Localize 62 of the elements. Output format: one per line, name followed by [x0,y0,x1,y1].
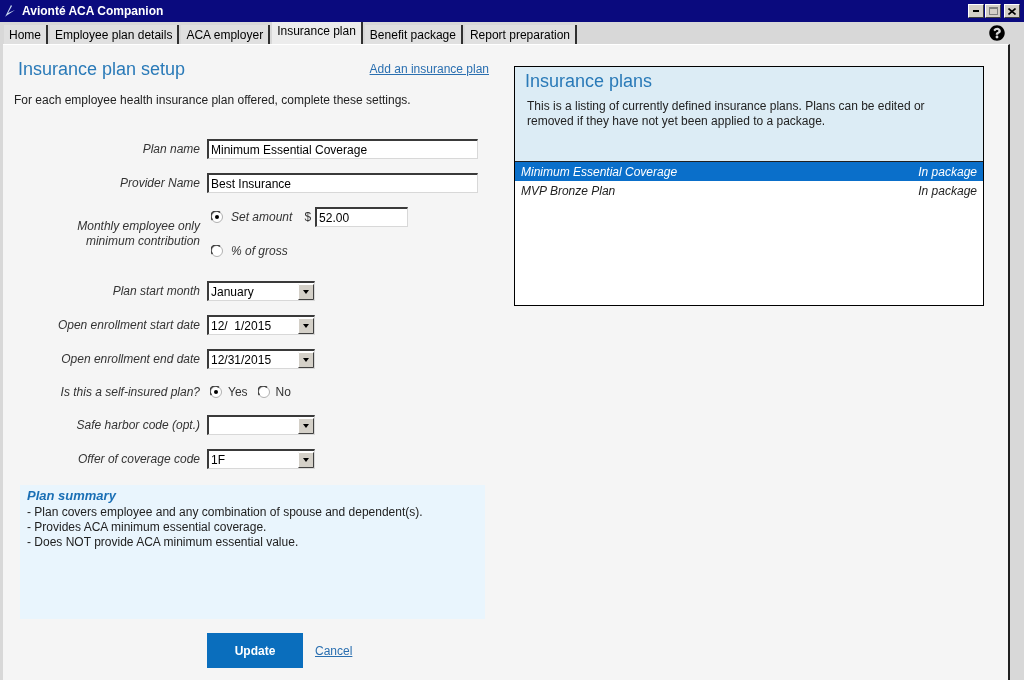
help-icon[interactable] [989,25,1005,41]
caret-down-icon [298,283,314,300]
radio-button[interactable] [257,386,270,398]
plan-name: Minimum Essential Coverage [521,163,678,181]
field-label: Monthly employee only minimum contribution [76,219,200,249]
panel-description: This is a listing of currently defined insurance plans. Plans can be edited or removed if they have not yet been applied to a package. [526,99,926,129]
dropdown-field[interactable]: 1F [207,449,315,469]
field-label: Open enrollment end date [60,351,200,367]
radio-button[interactable] [210,386,222,398]
caret-down-icon [298,451,314,468]
tab[interactable]: Benefit package [364,25,463,44]
radio-label: Set amount [231,209,293,226]
tab[interactable]: Employee plan details [50,25,180,44]
radio-button[interactable] [211,245,223,257]
dropdown-field[interactable]: 12/ 1/2015 [207,315,315,335]
dropdown-field[interactable]: 12/31/2015 [207,349,315,369]
radio-button[interactable] [211,211,223,223]
caret-down-icon [298,351,314,368]
panel-title: Insurance plans [525,70,654,93]
tab[interactable]: Report preparation [464,25,577,44]
text-field[interactable]: Best Insurance [207,173,478,193]
plan-row[interactable]: Minimum Essential Coverage In package [515,162,983,181]
window-title: Avionté ACA Companion [22,3,164,20]
plan-name: MVP Bronze Plan [521,182,616,200]
maximize-icon [988,7,998,15]
currency-symbol: $ [304,209,312,226]
summary-title: Plan summary [27,487,118,505]
maximize-button[interactable] [985,4,1001,18]
minimize-icon [973,10,979,12]
field-label: Plan name [141,141,200,157]
summary-line: - Plan covers employee and any combination of spouse and dependent(s). [27,505,424,520]
field-label: Provider Name [118,175,200,191]
plan-status: In package [918,182,977,200]
tab[interactable]: ACA employer [181,25,271,44]
summary-line: - Does NOT provide ACA minimum essential value. [27,535,300,550]
caret-down-icon [298,317,314,334]
section-title: Insurance plan setup [17,58,186,81]
field-label: Open enrollment start date [56,317,200,333]
text-field[interactable]: Minimum Essential Coverage [207,139,478,159]
dropdown-field[interactable]: January [207,281,315,301]
field-label: Plan start month [111,283,200,299]
tab[interactable]: Home [4,25,48,44]
radio-label: % of gross [231,243,288,260]
cancel-link[interactable]: Cancel [315,641,353,660]
minimize-button[interactable] [968,4,984,18]
radio-label: No [275,384,291,401]
intro-text: For each employee health insurance plan offered, complete these settings. [14,92,412,108]
plan-status: In package [918,163,977,181]
amount-field[interactable]: 52.00 [315,207,409,227]
dropdown-field[interactable] [207,415,315,435]
radio-label: Yes [228,384,248,401]
tab[interactable]: Insurance plan [272,22,363,44]
summary-line: - Provides ACA minimum essential coverage. [27,520,268,535]
field-label: Is this a self-insured plan? [59,384,200,400]
update-button[interactable]: Update [207,633,303,668]
field-label: Safe harbor code (opt.) [75,417,200,433]
close-icon [1008,7,1016,15]
add-plan-link[interactable]: Add an insurance plan [369,60,489,78]
app-logo-icon [4,4,16,18]
field-label: Offer of coverage code [76,451,200,467]
close-button[interactable] [1004,4,1020,18]
caret-down-icon [298,417,314,434]
